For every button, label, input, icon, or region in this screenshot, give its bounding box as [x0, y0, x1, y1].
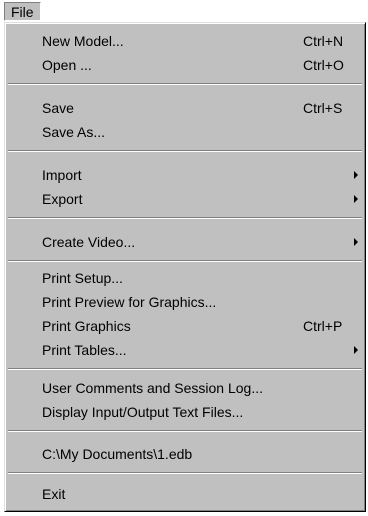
submenu-arrow-icon: [354, 195, 358, 203]
menu-item-print-graphics[interactable]: Print Graphics Ctrl+P: [8, 314, 362, 338]
submenu-arrow-icon: [354, 171, 358, 179]
menu-item-open[interactable]: Open ... Ctrl+O: [8, 53, 362, 77]
file-menu-button[interactable]: File: [4, 2, 41, 21]
new-model-shortcut: Ctrl+N: [303, 33, 344, 49]
export-label: Export: [42, 191, 83, 207]
print-setup-label: Print Setup...: [42, 270, 123, 286]
submenu-arrow-icon: [354, 238, 358, 246]
menu-item-display-io-files[interactable]: Display Input/Output Text Files...: [8, 400, 362, 424]
menu-item-recent-file[interactable]: C:\My Documents\1.edb: [8, 442, 362, 466]
print-preview-label: Print Preview for Graphics...: [42, 294, 217, 310]
save-shortcut: Ctrl+S: [303, 100, 343, 116]
menu-item-print-preview[interactable]: Print Preview for Graphics...: [8, 290, 362, 314]
file-menu-label: File: [11, 4, 34, 20]
exit-label: Exit: [42, 486, 66, 502]
menu-item-save-as[interactable]: Save As...: [8, 120, 362, 144]
display-io-files-label: Display Input/Output Text Files...: [42, 404, 244, 420]
file-dropdown-menu: New Model... Ctrl+N Open ... Ctrl+O Save…: [4, 22, 366, 512]
submenu-arrow-icon: [354, 346, 358, 354]
user-comments-label: User Comments and Session Log...: [42, 380, 263, 396]
menu-separator: [8, 217, 362, 219]
recent-file-label: C:\My Documents\1.edb: [42, 446, 193, 462]
menu-item-export[interactable]: Export: [8, 187, 362, 211]
menu-item-import[interactable]: Import: [8, 163, 362, 187]
menu-item-create-video[interactable]: Create Video...: [8, 230, 362, 254]
print-tables-label: Print Tables...: [42, 342, 127, 358]
menu-item-user-comments[interactable]: User Comments and Session Log...: [8, 376, 362, 400]
new-model-label: New Model...: [42, 33, 124, 49]
menu-bar: File: [0, 0, 368, 22]
open-label: Open ...: [42, 57, 92, 73]
create-video-label: Create Video...: [42, 234, 136, 250]
open-shortcut: Ctrl+O: [303, 57, 344, 73]
menu-separator: [8, 368, 362, 370]
import-label: Import: [42, 167, 82, 183]
menu-item-print-setup[interactable]: Print Setup...: [8, 266, 362, 290]
menu-item-new-model[interactable]: New Model... Ctrl+N: [8, 29, 362, 53]
print-graphics-label: Print Graphics: [42, 318, 131, 334]
menu-separator: [8, 260, 362, 262]
menu-separator: [8, 430, 362, 432]
save-as-label: Save As...: [42, 124, 106, 140]
menu-separator: [8, 472, 362, 474]
print-graphics-shortcut: Ctrl+P: [303, 318, 343, 334]
menu-item-print-tables[interactable]: Print Tables...: [8, 338, 362, 362]
menu-separator: [8, 150, 362, 152]
menu-separator: [8, 83, 362, 85]
menu-item-exit[interactable]: Exit: [8, 482, 362, 506]
save-label: Save: [42, 100, 74, 116]
menu-item-save[interactable]: Save Ctrl+S: [8, 96, 362, 120]
